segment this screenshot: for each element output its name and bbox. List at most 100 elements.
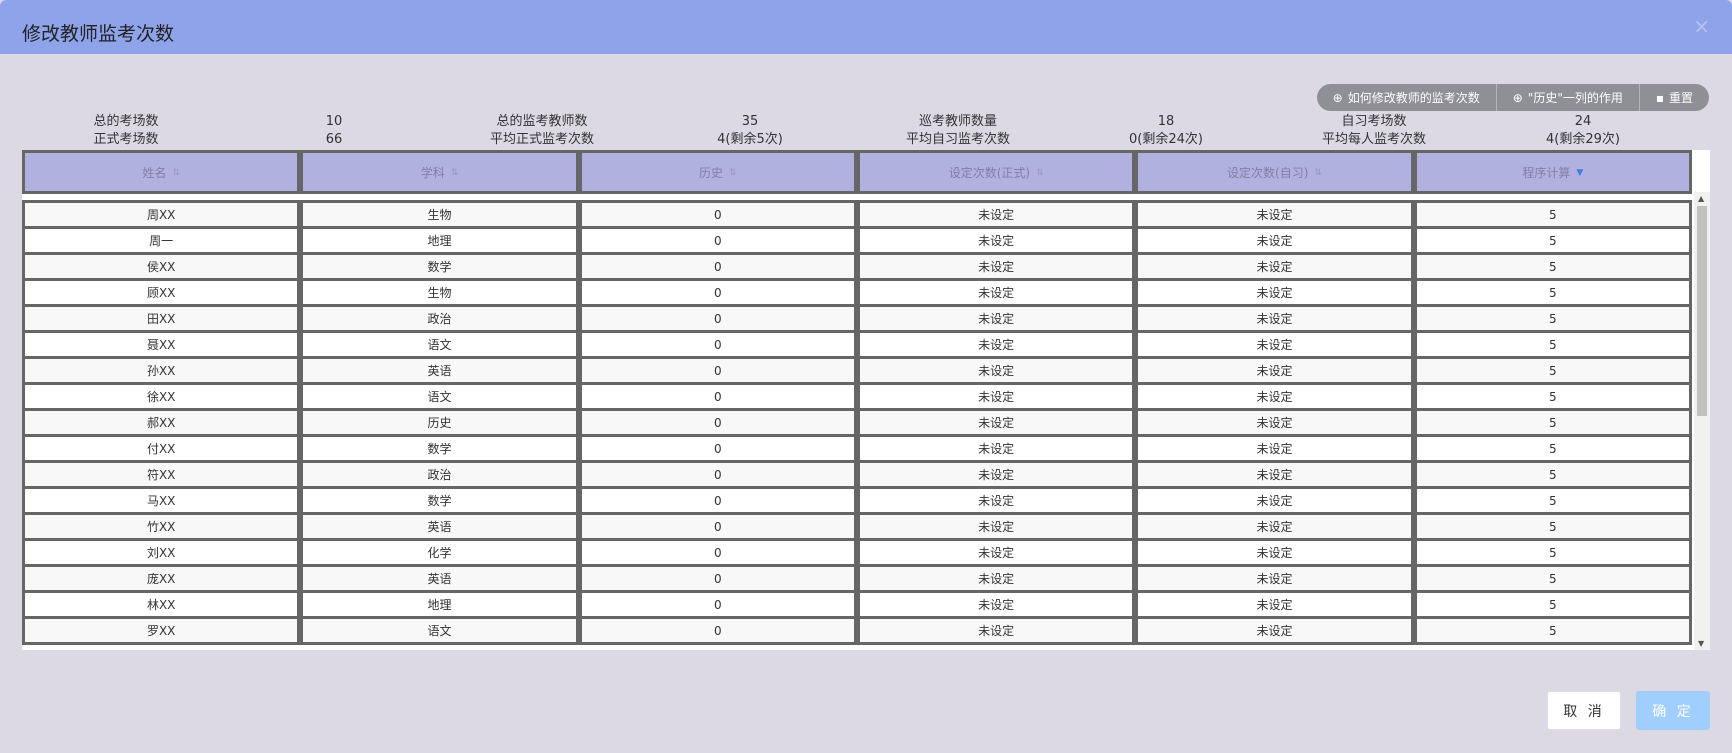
- table-row[interactable]: 周XX 生物 0 未设定 未设定 5: [22, 200, 1692, 229]
- cell-formal-count[interactable]: 未设定: [856, 567, 1136, 593]
- col-header-computed[interactable]: 程序计算 ▼: [1413, 150, 1692, 194]
- table-row[interactable]: 侯XX 数学 0 未设定 未设定 5: [22, 255, 1692, 281]
- cell-self-study-count[interactable]: 未设定: [1135, 593, 1414, 619]
- history-column-help-button[interactable]: ⊕ "历史"一列的作用: [1495, 84, 1639, 111]
- table-row[interactable]: 周一 地理 0 未设定 未设定 5: [22, 229, 1692, 255]
- cell-subject: 历史: [300, 411, 579, 437]
- table-row[interactable]: 马XX 数学 0 未设定 未设定 5: [22, 489, 1692, 515]
- sort-icon[interactable]: ⇅: [172, 169, 180, 178]
- cell-self-study-count[interactable]: 未设定: [1135, 307, 1414, 333]
- cell-formal-count[interactable]: 未设定: [856, 619, 1136, 645]
- table-row[interactable]: 徐XX 语文 0 未设定 未设定 5: [22, 385, 1692, 411]
- table-row[interactable]: 聂XX 语文 0 未设定 未设定 5: [22, 333, 1692, 359]
- cell-self-study-count[interactable]: 未设定: [1135, 333, 1414, 359]
- cell-name: 徐XX: [22, 385, 301, 411]
- cell-formal-count[interactable]: 未设定: [856, 359, 1136, 385]
- cell-self-study-count[interactable]: 未设定: [1135, 411, 1414, 437]
- cell-history: 0: [578, 200, 857, 229]
- table-body: 周XX 生物 0 未设定 未设定 5 周一 地理 0 未设定 未设定 5 侯XX 数学 0 未设定 未设定 5 顾X…: [22, 194, 1692, 645]
- cell-subject: 语文: [300, 385, 579, 411]
- scroll-thumb[interactable]: [1697, 206, 1707, 416]
- cell-self-study-count[interactable]: 未设定: [1135, 515, 1414, 541]
- cell-self-study-count[interactable]: 未设定: [1135, 437, 1414, 463]
- cell-self-study-count[interactable]: 未设定: [1135, 463, 1414, 489]
- teacher-grid: 姓名 ⇅ 学科 ⇅ 历史 ⇅ 设定次数(正式) ⇅ 设定次数(自习) ⇅ 程序计算 ▼ 周X…: [22, 150, 1692, 645]
- cell-self-study-count[interactable]: 未设定: [1135, 200, 1414, 229]
- cell-computed: 5: [1413, 437, 1692, 463]
- cell-history: 0: [578, 593, 857, 619]
- table-row[interactable]: 郝XX 历史 0 未设定 未设定 5: [22, 411, 1692, 437]
- reset-label: 重置: [1668, 91, 1693, 105]
- cell-formal-count[interactable]: 未设定: [856, 489, 1136, 515]
- table-row[interactable]: 林XX 地理 0 未设定 未设定 5: [22, 593, 1692, 619]
- cell-self-study-count[interactable]: 未设定: [1135, 541, 1414, 567]
- sort-icon[interactable]: ⇅: [1314, 169, 1322, 178]
- sort-icon[interactable]: ⇅: [1036, 169, 1044, 178]
- col-header-subject[interactable]: 学科 ⇅: [300, 150, 579, 194]
- cell-subject: 化学: [300, 541, 579, 567]
- clipboard-icon: ▪: [1655, 90, 1664, 105]
- table-row[interactable]: 罗XX 语文 0 未设定 未设定 5: [22, 619, 1692, 645]
- stat-label: 自习考场数: [1341, 114, 1407, 129]
- cell-formal-count[interactable]: 未设定: [856, 333, 1136, 359]
- cell-subject: 地理: [300, 229, 579, 255]
- cell-name: 庞XX: [22, 567, 301, 593]
- table-row[interactable]: 孙XX 英语 0 未设定 未设定 5: [22, 359, 1692, 385]
- cell-self-study-count[interactable]: 未设定: [1135, 255, 1414, 281]
- cell-formal-count[interactable]: 未设定: [856, 411, 1136, 437]
- cell-formal-count[interactable]: 未设定: [856, 255, 1136, 281]
- cell-history: 0: [578, 333, 857, 359]
- sort-icon[interactable]: ⇅: [729, 169, 737, 178]
- cell-self-study-count[interactable]: 未设定: [1135, 619, 1414, 645]
- sort-desc-icon[interactable]: ▼: [1576, 169, 1583, 178]
- col-header-formal-count[interactable]: 设定次数(正式) ⇅: [856, 150, 1136, 194]
- cell-formal-count[interactable]: 未设定: [856, 515, 1136, 541]
- scroll-up-icon[interactable]: ▲: [1698, 194, 1704, 203]
- cell-formal-count[interactable]: 未设定: [856, 200, 1136, 229]
- cancel-button[interactable]: 取 消: [1547, 691, 1621, 730]
- col-header-history[interactable]: 历史 ⇅: [578, 150, 857, 194]
- cell-name: 郝XX: [22, 411, 301, 437]
- cell-computed: 5: [1413, 411, 1692, 437]
- cell-formal-count[interactable]: 未设定: [856, 307, 1136, 333]
- cell-formal-count[interactable]: 未设定: [856, 229, 1136, 255]
- reset-button[interactable]: ▪ 重置: [1638, 84, 1709, 111]
- scroll-down-icon[interactable]: ▼: [1698, 639, 1704, 648]
- table-row[interactable]: 付XX 数学 0 未设定 未设定 5: [22, 437, 1692, 463]
- cell-self-study-count[interactable]: 未设定: [1135, 489, 1414, 515]
- help-toolbar: ⊕ 如何修改教师的监考次数 ⊕ "历史"一列的作用 ▪ 重置: [1316, 84, 1709, 111]
- table-row[interactable]: 顾XX 生物 0 未设定 未设定 5: [22, 281, 1692, 307]
- table-row[interactable]: 庞XX 英语 0 未设定 未设定 5: [22, 567, 1692, 593]
- table-row[interactable]: 符XX 政治 0 未设定 未设定 5: [22, 463, 1692, 489]
- table-scrollbar[interactable]: ▲ ▼: [1694, 192, 1710, 650]
- table-row[interactable]: 刘XX 化学 0 未设定 未设定 5: [22, 541, 1692, 567]
- cell-formal-count[interactable]: 未设定: [856, 593, 1136, 619]
- cell-name: 刘XX: [22, 541, 301, 567]
- table-row[interactable]: 田XX 政治 0 未设定 未设定 5: [22, 307, 1692, 333]
- cell-self-study-count[interactable]: 未设定: [1135, 567, 1414, 593]
- cell-formal-count[interactable]: 未设定: [856, 437, 1136, 463]
- col-header-self-study-count[interactable]: 设定次数(自习) ⇅: [1135, 150, 1414, 194]
- cell-formal-count[interactable]: 未设定: [856, 541, 1136, 567]
- cell-self-study-count[interactable]: 未设定: [1135, 281, 1414, 307]
- stat-value: 0(剩余24次): [1129, 132, 1203, 147]
- col-header-label: 程序计算: [1522, 165, 1571, 180]
- col-header-name[interactable]: 姓名 ⇅: [22, 150, 301, 194]
- cell-computed: 5: [1413, 619, 1692, 645]
- table-row[interactable]: 竹XX 英语 0 未设定 未设定 5: [22, 515, 1692, 541]
- cell-history: 0: [578, 463, 857, 489]
- cell-formal-count[interactable]: 未设定: [856, 385, 1136, 411]
- cell-history: 0: [578, 437, 857, 463]
- confirm-button[interactable]: 确 定: [1636, 691, 1710, 730]
- cell-formal-count[interactable]: 未设定: [856, 463, 1136, 489]
- cell-self-study-count[interactable]: 未设定: [1135, 385, 1414, 411]
- how-to-edit-button[interactable]: ⊕ 如何修改教师的监考次数: [1317, 84, 1496, 111]
- cell-self-study-count[interactable]: 未设定: [1135, 359, 1414, 385]
- cell-subject: 英语: [300, 567, 579, 593]
- cell-self-study-count[interactable]: 未设定: [1135, 229, 1414, 255]
- stat-label: 平均自习监考次数: [905, 132, 1010, 147]
- cell-formal-count[interactable]: 未设定: [856, 281, 1136, 307]
- sort-icon[interactable]: ⇅: [451, 169, 459, 178]
- close-icon[interactable]: ×: [1693, 14, 1710, 38]
- cell-history: 0: [578, 229, 857, 255]
